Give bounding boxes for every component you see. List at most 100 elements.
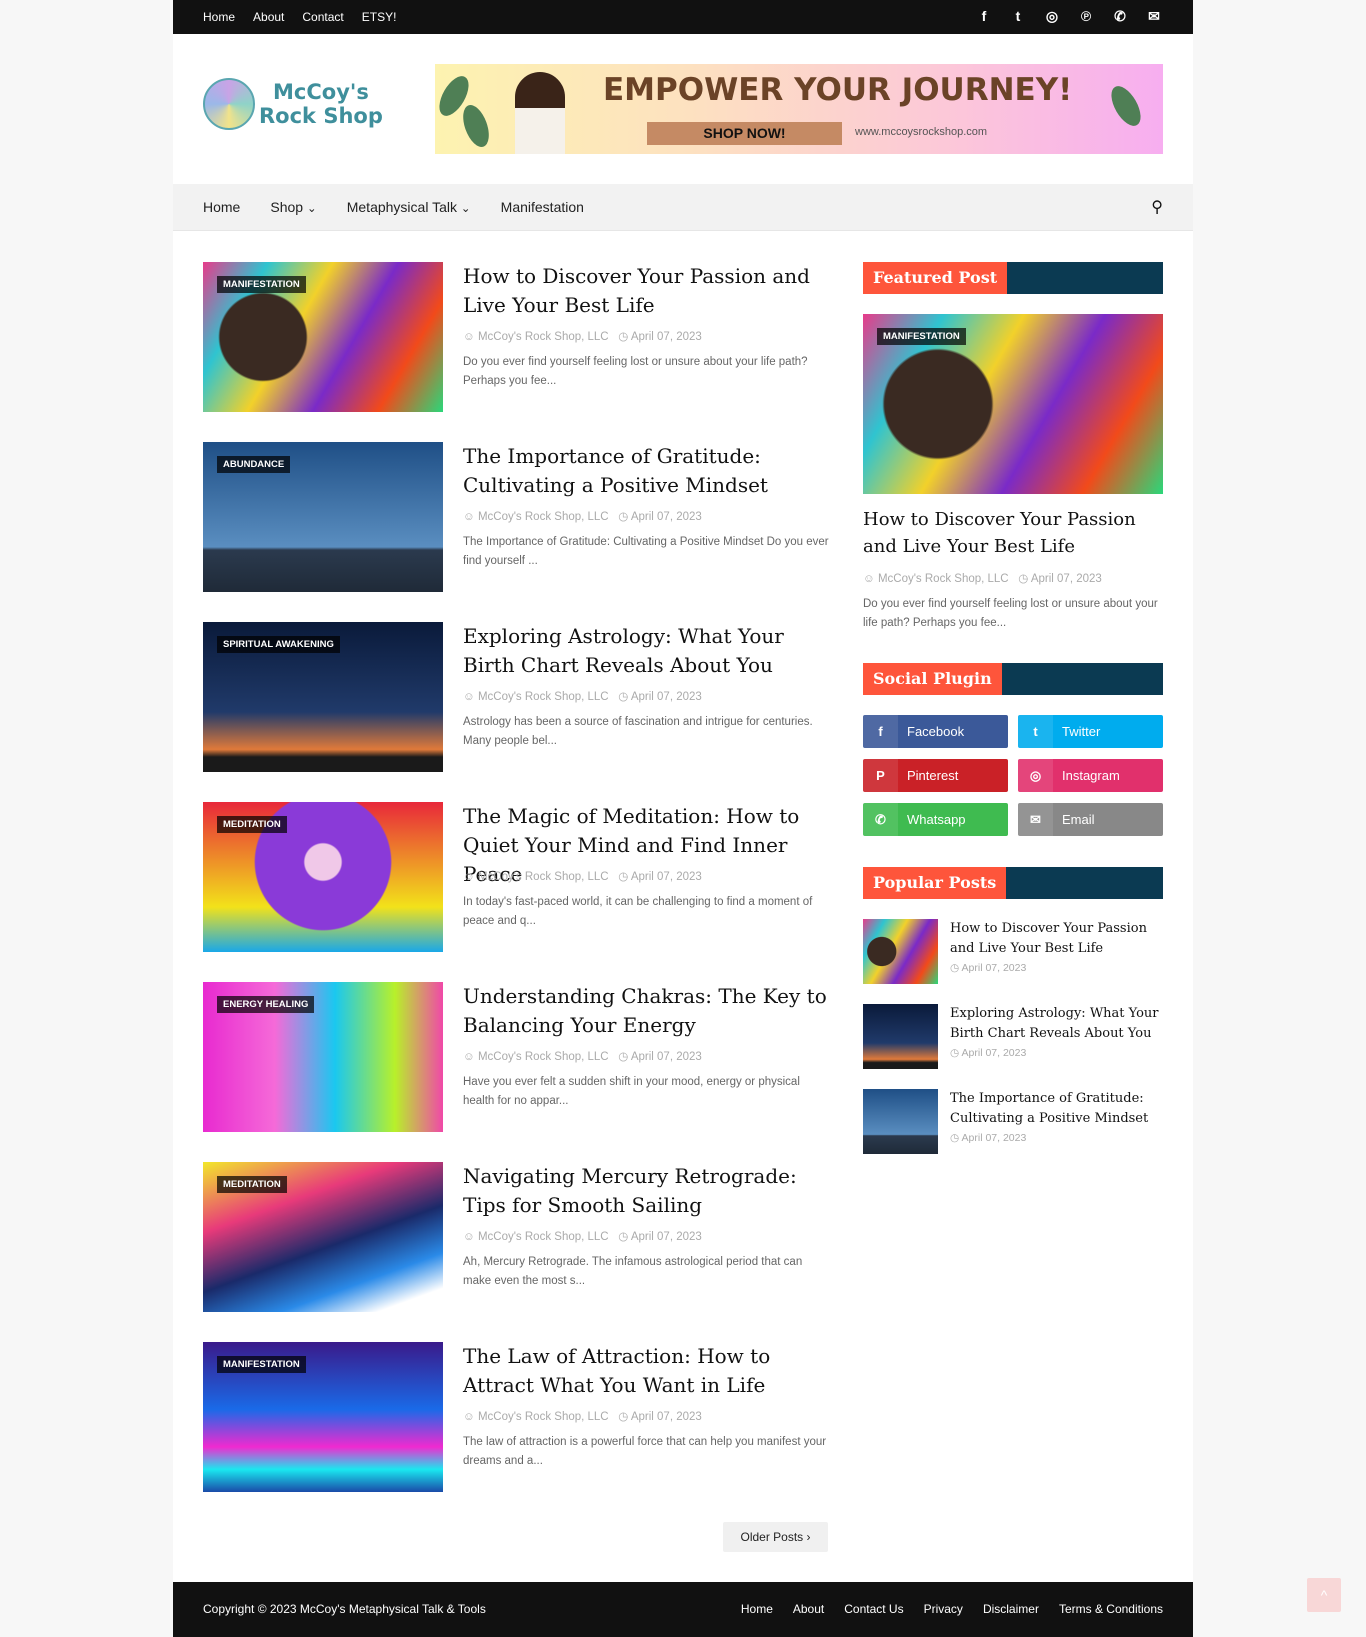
post-thumbnail[interactable]: Abundance — [203, 442, 443, 592]
top-link-etsy[interactable]: ETSY! — [362, 10, 397, 24]
post-snippet: Ah, Mercury Retrograde. The infamous ast… — [463, 1256, 803, 1287]
footer-link[interactable]: Home — [741, 1602, 773, 1616]
post-meta: ☺ McCoy's Rock Shop, LLC ◷ April 07, 202… — [463, 1049, 702, 1063]
popular-post-date: ◷ April 07, 2023 — [950, 962, 1027, 974]
page-container: Home About Contact ETSY! f t ◎ ℗ ✆ ✉ McC… — [173, 0, 1193, 1637]
social-button-twitter[interactable]: t Twitter — [1018, 715, 1163, 748]
pinterest-icon[interactable]: ℗ — [1077, 8, 1095, 25]
footer-link[interactable]: Disclaimer — [983, 1602, 1039, 1616]
post-title[interactable]: The Importance of Gratitude: Cultivating… — [463, 442, 838, 500]
nav-metaphysical-talk[interactable]: Metaphysical Talk ⌄ — [347, 199, 471, 215]
logo-line2: Rock Shop — [259, 104, 383, 128]
featured-post-snippet: Do you ever find yourself feeling lost o… — [863, 598, 1158, 629]
whatsapp-icon[interactable]: ✆ — [1111, 8, 1129, 25]
post-item: Abundance The Importance of Gratitude: C… — [203, 442, 833, 592]
post-item: Meditation The Magic of Meditation: How … — [203, 802, 833, 952]
post-meta: ☺ McCoy's Rock Shop, LLC ◷ April 07, 202… — [463, 1229, 702, 1243]
category-tag[interactable]: Spiritual Awakening — [217, 636, 340, 653]
post-title[interactable]: Understanding Chakras: The Key to Balanc… — [463, 982, 838, 1040]
category-tag[interactable]: Abundance — [217, 456, 291, 473]
site-logo[interactable]: McCoy's Rock Shop — [203, 78, 383, 130]
whatsapp-icon: ✆ — [863, 803, 898, 836]
post-item: Meditation Navigating Mercury Retrograde… — [203, 1162, 833, 1312]
category-tag[interactable]: Meditation — [217, 1176, 287, 1193]
pinterest-icon: P — [863, 759, 898, 792]
featured-post-heading: Featured Post — [863, 262, 1163, 294]
chevron-down-icon: ⌄ — [460, 202, 471, 215]
post-thumbnail[interactable]: Spiritual Awakening — [203, 622, 443, 772]
post-title[interactable]: Exploring Astrology: What Your Birth Cha… — [463, 622, 838, 680]
clock-icon: ◷ — [618, 1231, 629, 1243]
copyright: Copyright © 2023 McCoy's Metaphysical Ta… — [203, 1602, 486, 1616]
post-thumbnail[interactable]: Meditation — [203, 1162, 443, 1312]
featured-post-image[interactable]: Manifestation — [863, 314, 1163, 494]
clock-icon: ◷ — [950, 962, 960, 974]
facebook-icon: f — [863, 715, 898, 748]
post-thumbnail[interactable]: Energy Healing — [203, 982, 443, 1132]
post-title[interactable]: Navigating Mercury Retrograde: Tips for … — [463, 1162, 838, 1220]
popular-post-title[interactable]: Exploring Astrology: What Your Birth Cha… — [950, 1004, 1165, 1044]
post-date: April 07, 2023 — [630, 511, 702, 523]
clock-icon: ◷ — [618, 511, 629, 523]
instagram-icon[interactable]: ◎ — [1043, 8, 1061, 25]
post-snippet: Do you ever find yourself feeling lost o… — [463, 356, 808, 387]
post-date: April 07, 2023 — [630, 871, 702, 883]
banner-headline: EMPOWER YOUR JOURNEY! — [603, 72, 1073, 108]
post-meta: ☺ McCoy's Rock Shop, LLC ◷ April 07, 202… — [463, 1409, 702, 1423]
shop-now-button[interactable]: SHOP NOW! — [647, 122, 842, 145]
search-icon[interactable]: ⚲ — [1151, 197, 1163, 217]
social-button-pinterest[interactable]: P Pinterest — [863, 759, 1008, 792]
post-author: McCoy's Rock Shop, LLC — [477, 1051, 609, 1063]
footer-link[interactable]: Contact Us — [844, 1602, 903, 1616]
popular-post-title[interactable]: How to Discover Your Passion and Live Yo… — [950, 919, 1165, 959]
featured-post-meta: ☺ McCoy's Rock Shop, LLC ◷ April 07, 202… — [863, 573, 1102, 585]
user-icon: ☺ — [863, 573, 875, 585]
featured-post-title[interactable]: How to Discover Your Passion and Live Yo… — [863, 506, 1163, 560]
popular-post-item: How to Discover Your Passion and Live Yo… — [863, 919, 1163, 984]
back-to-top-button[interactable]: ^ — [1307, 1578, 1341, 1612]
post-author: McCoy's Rock Shop, LLC — [477, 331, 609, 343]
post-thumbnail[interactable]: Manifestation — [203, 1342, 443, 1492]
popular-post-item: Exploring Astrology: What Your Birth Cha… — [863, 1004, 1163, 1069]
nav-shop[interactable]: Shop ⌄ — [270, 199, 316, 215]
popular-post-thumbnail[interactable] — [863, 1089, 938, 1154]
popular-post-thumbnail[interactable] — [863, 1004, 938, 1069]
post-title[interactable]: How to Discover Your Passion and Live Yo… — [463, 262, 838, 320]
user-icon: ☺ — [463, 331, 475, 343]
clock-icon: ◷ — [618, 1051, 629, 1063]
popular-post-thumbnail[interactable] — [863, 919, 938, 984]
post-thumbnail[interactable]: Meditation — [203, 802, 443, 952]
category-tag[interactable]: Meditation — [217, 816, 287, 833]
top-link-contact[interactable]: Contact — [302, 10, 343, 24]
category-tag[interactable]: Manifestation — [217, 1356, 306, 1373]
older-posts-button[interactable]: Older Posts › — [723, 1522, 828, 1552]
category-tag[interactable]: Manifestation — [877, 328, 966, 345]
clock-icon: ◷ — [618, 871, 629, 883]
user-icon: ☺ — [463, 871, 475, 883]
footer-link[interactable]: About — [793, 1602, 824, 1616]
social-button-whatsapp[interactable]: ✆ Whatsapp — [863, 803, 1008, 836]
footer-link[interactable]: Terms & Conditions — [1059, 1602, 1163, 1616]
twitter-icon[interactable]: t — [1009, 8, 1027, 25]
category-tag[interactable]: Energy Healing — [217, 996, 315, 1013]
footer-link[interactable]: Privacy — [924, 1602, 963, 1616]
header-banner-ad[interactable]: EMPOWER YOUR JOURNEY! SHOP NOW! www.mcco… — [435, 64, 1163, 154]
post-author: McCoy's Rock Shop, LLC — [477, 1231, 609, 1243]
top-bar: Home About Contact ETSY! f t ◎ ℗ ✆ ✉ — [173, 0, 1193, 34]
social-button-instagram[interactable]: ◎ Instagram — [1018, 759, 1163, 792]
post-title[interactable]: The Law of Attraction: How to Attract Wh… — [463, 1342, 838, 1400]
social-button-facebook[interactable]: f Facebook — [863, 715, 1008, 748]
top-link-about[interactable]: About — [253, 10, 284, 24]
chevron-down-icon: ⌄ — [306, 202, 317, 215]
facebook-icon[interactable]: f — [975, 8, 993, 25]
top-link-home[interactable]: Home — [203, 10, 235, 24]
user-icon: ☺ — [463, 511, 475, 523]
nav-home[interactable]: Home — [203, 199, 240, 215]
nav-manifestation[interactable]: Manifestation — [501, 199, 584, 215]
social-button-email[interactable]: ✉ Email — [1018, 803, 1163, 836]
post-thumbnail[interactable]: Manifestation — [203, 262, 443, 412]
post-meta: ☺ McCoy's Rock Shop, LLC ◷ April 07, 202… — [463, 509, 702, 523]
email-icon[interactable]: ✉ — [1145, 8, 1163, 25]
category-tag[interactable]: Manifestation — [217, 276, 306, 293]
popular-post-title[interactable]: The Importance of Gratitude: Cultivating… — [950, 1089, 1165, 1129]
